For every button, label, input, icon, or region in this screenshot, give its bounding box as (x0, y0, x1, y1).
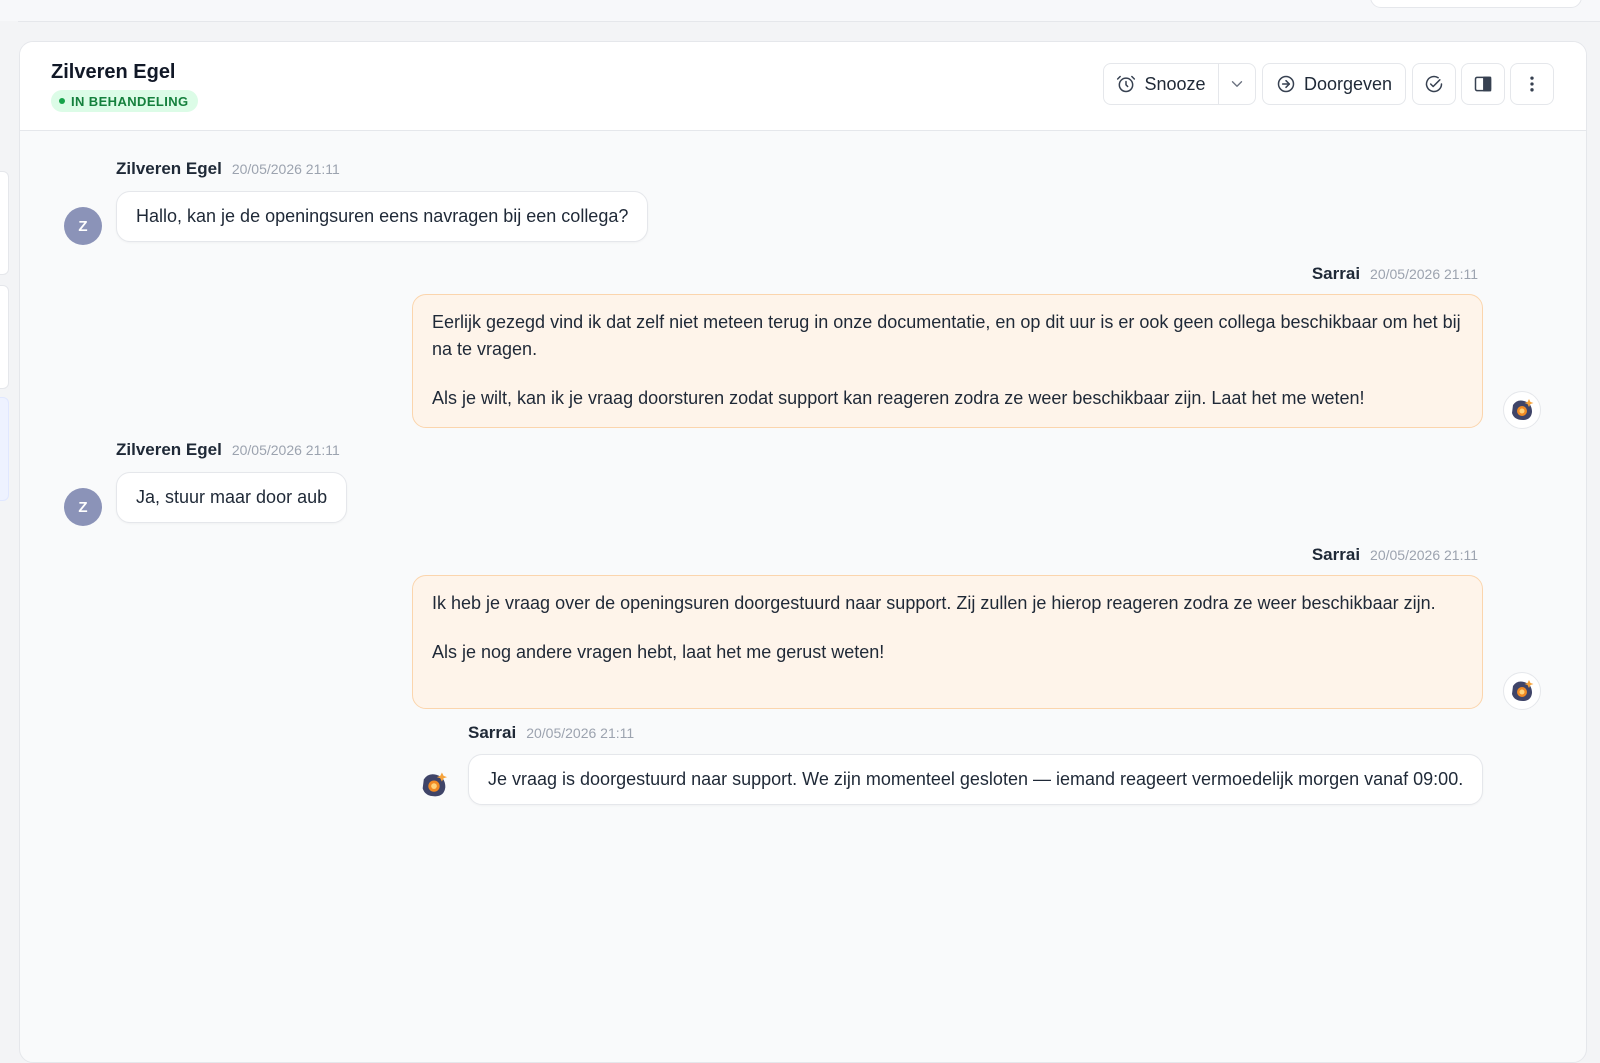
conversation-panel: Zilveren Egel IN BEHANDELING Snooze Door… (19, 41, 1587, 1063)
sender-name: Sarrai (468, 723, 517, 742)
check-circle-icon (1425, 75, 1443, 93)
conversation-list-rail (0, 21, 18, 1056)
snooze-options-button[interactable] (1218, 63, 1256, 105)
message-meta: Sarrai 20/05/2026 21:11 (1312, 545, 1478, 565)
message-timestamp: 20/05/2026 21:11 (1370, 266, 1478, 282)
agent-avatar (415, 766, 453, 804)
forward-label: Doorgeven (1303, 73, 1393, 94)
status-dot (59, 98, 65, 104)
sender-name: Sarrai (1311, 264, 1361, 283)
resolve-button[interactable] (1412, 63, 1456, 105)
message-meta: Sarrai 20/05/2026 21:11 (1312, 264, 1478, 284)
agent-avatar (1503, 672, 1541, 710)
message-meta: Zilveren Egel 20/05/2026 21:11 (116, 159, 340, 179)
visitor-avatar: Z (64, 488, 102, 526)
toggle-sidebar-button[interactable] (1461, 63, 1505, 105)
message-paragraph: Eerlijk gezegd vind ik dat zelf niet met… (432, 312, 1461, 359)
vertical-dots-icon (1530, 76, 1534, 92)
sidebar-panel-icon (1474, 76, 1492, 92)
visitor-avatar: Z (64, 207, 102, 245)
message-paragraph: Als je nog andere vragen hebt, laat het … (432, 642, 885, 662)
conversation-header: Zilveren Egel IN BEHANDELING Snooze Door… (20, 42, 1586, 131)
message-paragraph: Als je wilt, kan ik je vraag doorsturen … (432, 388, 1365, 408)
conversation-title: Zilveren Egel (51, 61, 176, 83)
visitor-message-bubble: Hallo, kan je de openingsuren eens navra… (116, 191, 649, 242)
conversation-card-active[interactable] (0, 397, 9, 501)
sender-name: Zilveren Egel (116, 159, 222, 178)
agent-avatar-icon (422, 772, 448, 797)
forward-button[interactable]: Doorgeven (1262, 63, 1406, 105)
top-bar (0, 0, 1600, 22)
arrow-circle-right-icon (1277, 75, 1295, 93)
agent-avatar (1503, 391, 1541, 429)
snooze-label: Snooze (1144, 73, 1206, 94)
message-meta: Sarrai 20/05/2026 21:11 (468, 723, 634, 743)
message-meta: Zilveren Egel 20/05/2026 21:11 (116, 440, 340, 460)
handoff-message-bubble: Je vraag is doorgestuurd naar support. W… (468, 754, 1484, 805)
agent-avatar-icon (1512, 680, 1534, 701)
agent-message-bubble: Ik heb je vraag over de openingsuren doo… (412, 575, 1483, 709)
message-timestamp: 20/05/2026 21:11 (526, 725, 635, 741)
more-options-button[interactable] (1510, 63, 1554, 105)
sender-name: Zilveren Egel (116, 440, 222, 459)
status-badge: IN BEHANDELING (51, 90, 198, 112)
sender-name: Sarrai (1311, 545, 1361, 564)
conversation-card[interactable] (0, 285, 9, 389)
status-label: IN BEHANDELING (71, 93, 189, 109)
chevron-down-icon (1231, 81, 1243, 87)
agent-message-bubble: Eerlijk gezegd vind ik dat zelf niet met… (412, 294, 1483, 428)
message-paragraph: Ik heb je vraag over de openingsuren doo… (432, 593, 1436, 613)
visitor-message-bubble: Ja, stuur maar door aub (116, 472, 348, 523)
snooze-button[interactable]: Snooze (1103, 63, 1219, 105)
agent-avatar-icon (1512, 399, 1534, 420)
alarm-clock-icon (1117, 75, 1136, 93)
conversation-card[interactable] (0, 171, 9, 275)
message-timestamp: 20/05/2026 21:11 (1370, 547, 1478, 563)
message-timestamp: 20/05/2026 21:11 (231, 161, 340, 177)
top-search-pill[interactable] (1370, 0, 1582, 8)
message-timestamp: 20/05/2026 21:11 (231, 442, 340, 458)
